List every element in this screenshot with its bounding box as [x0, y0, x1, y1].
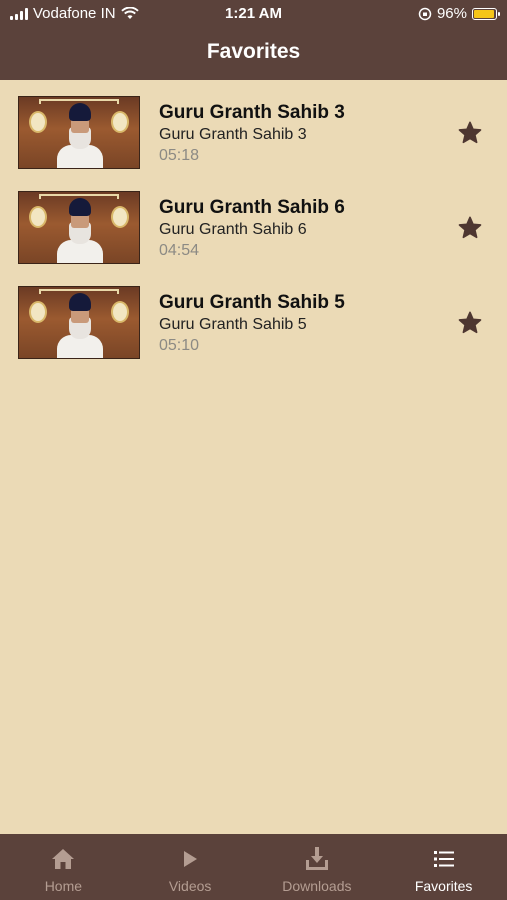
download-icon [304, 846, 330, 872]
list-icon [433, 846, 454, 872]
video-duration: 04:54 [159, 242, 200, 259]
tab-label: Favorites [414, 878, 473, 894]
video-thumbnail[interactable] [18, 96, 140, 169]
video-thumbnail[interactable] [18, 191, 140, 264]
orientation-lock-icon [418, 7, 432, 20]
tab-favorites[interactable]: Favorites [380, 834, 507, 900]
star-icon[interactable] [457, 310, 483, 336]
battery-percent: 96% [436, 5, 467, 22]
video-duration: 05:10 [159, 337, 200, 354]
video-subtitle: Guru Granth Sahib 6 [159, 221, 307, 238]
tab-downloads[interactable]: Downloads [254, 834, 381, 900]
tab-videos[interactable]: Videos [127, 834, 254, 900]
list-item[interactable]: Guru Granth Sahib 3 Guru Granth Sahib 3 … [0, 80, 507, 175]
tab-bar: Home Videos Downloads Favorites [0, 834, 507, 900]
tab-label: Videos [168, 878, 212, 894]
play-icon [182, 846, 198, 872]
video-subtitle: Guru Granth Sahib 3 [159, 126, 307, 143]
home-icon [51, 846, 75, 872]
video-title: Guru Granth Sahib 5 [159, 292, 345, 313]
page-title: Favorites [206, 40, 301, 63]
top-bar: Vodafone IN 1:21 AM 96% Favorites [0, 0, 507, 80]
tab-label: Home [44, 878, 83, 894]
video-title: Guru Granth Sahib 3 [159, 102, 345, 123]
status-bar: Vodafone IN 1:21 AM 96% [0, 0, 507, 28]
battery-icon [472, 7, 500, 20]
list-item[interactable]: Guru Granth Sahib 6 Guru Granth Sahib 6 … [0, 175, 507, 270]
video-duration: 05:18 [159, 147, 200, 164]
tab-label: Downloads [282, 878, 352, 894]
list-item[interactable]: Guru Granth Sahib 5 Guru Granth Sahib 5 … [0, 270, 507, 365]
tab-home[interactable]: Home [0, 834, 127, 900]
star-icon[interactable] [457, 215, 483, 241]
video-subtitle: Guru Granth Sahib 5 [159, 316, 307, 333]
favorites-list: Guru Granth Sahib 3 Guru Granth Sahib 3 … [0, 80, 507, 365]
star-icon[interactable] [457, 120, 483, 146]
video-title: Guru Granth Sahib 6 [159, 197, 345, 218]
video-thumbnail[interactable] [18, 286, 140, 359]
